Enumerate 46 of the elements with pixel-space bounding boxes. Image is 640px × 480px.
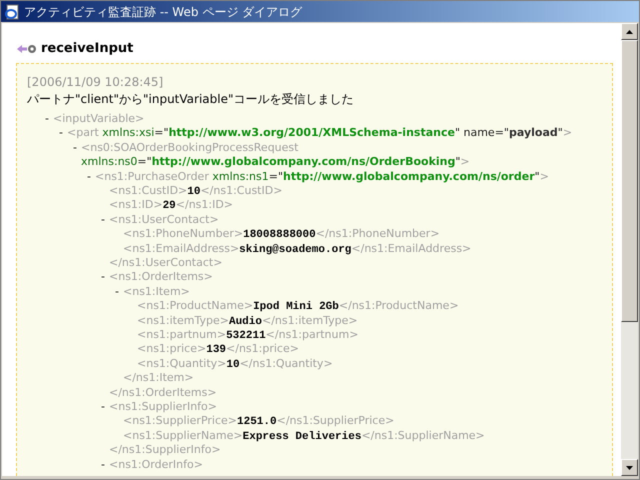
collapse-toggle[interactable]: - xyxy=(73,140,77,154)
xml-line: <ns1:PurchaseOrder xmlns:ns1="http://www.globalcompany.com/ns/order"> xyxy=(95,170,549,184)
xml-line: <ns1:CustID>10</ns1:CustID> xyxy=(109,184,282,198)
xml-line: </ns1:Item> xyxy=(123,371,194,386)
window-title: アクティビティ監査証跡 -- Web ページ ダイアログ xyxy=(24,4,302,20)
xml-line: xmlns:ns0="http://www.globalcompany.com/ns/OrderBooking"> xyxy=(81,155,470,170)
collapse-toggle[interactable]: - xyxy=(101,270,105,284)
xml-line: <ns1:SupplierPrice>1251.0</ns1:SupplierPrice> xyxy=(123,414,394,429)
xml-line: <ns1:PhoneNumber>18008888000</ns1:PhoneNumber> xyxy=(123,227,440,242)
xml-line: </ns1:SupplierInfo> xyxy=(109,443,221,458)
xml-line: <ns1:SupplierInfo> xyxy=(109,400,217,414)
xml-line: <ns1:ID>29</ns1:ID> xyxy=(109,198,234,213)
xml-line: <ns1:ProductName>Ipod Mini 2Gb</ns1:ProductName> xyxy=(137,299,459,314)
collapse-toggle[interactable]: - xyxy=(101,400,105,413)
xml-line: <part xmlns:xsi="http://www.w3.org/2001/XMLSchema-instance" name="payload"> xyxy=(67,126,572,141)
scroll-down-button[interactable] xyxy=(621,459,638,476)
collapse-toggle[interactable]: - xyxy=(101,458,105,471)
xml-line: <ns1:partnum>532211</ns1:partnum> xyxy=(137,328,358,342)
scrollbar[interactable] xyxy=(621,23,638,476)
arrow-gear-icon xyxy=(16,43,38,55)
xml-line: </ns1:UserContact> xyxy=(109,256,222,270)
browser-page-icon xyxy=(4,4,20,20)
collapse-toggle[interactable]: - xyxy=(115,284,119,298)
collapse-toggle[interactable]: - xyxy=(87,170,91,183)
collapse-toggle[interactable]: - xyxy=(101,212,105,226)
up-arrow-icon xyxy=(626,30,633,34)
xml-line: <ns1:price>139</ns1:price> xyxy=(137,342,299,357)
xml-line: <inputVariable> xyxy=(53,112,144,126)
xml-line: <ns1:Quantity>10</ns1:Quantity> xyxy=(137,356,333,372)
collapse-toggle[interactable]: - xyxy=(45,112,49,125)
down-arrow-icon xyxy=(626,466,633,470)
xml-line: <ns1:OrderInfo> xyxy=(109,458,203,472)
scroll-up-button[interactable] xyxy=(621,23,638,40)
xml-line: <ns1:SupplierName>Express Deliveries</ns1:SupplierName> xyxy=(123,428,485,444)
xml-line: <ns1:UserContact> xyxy=(109,212,219,228)
xml-line: <ns0:SOAOrderBookingProcessRequest xyxy=(81,140,300,156)
collapse-toggle[interactable]: - xyxy=(59,126,63,140)
xml-line: <ns1:itemType>Audio</ns1:itemType> xyxy=(137,314,358,328)
xml-line: <ns1:EmailAddress>sking@soademo.org</ns1:EmailAddress> xyxy=(123,242,472,256)
timestamp: [2006/11/09 10:28:45] xyxy=(27,74,164,90)
xml-line: </ns1:OrderItems> xyxy=(109,386,217,400)
xml-line: <ns1:OrderItems> xyxy=(109,270,213,285)
xml-line: <ns1:Item> xyxy=(123,284,190,300)
log-message: パートナ"client"から"inputVariable"コールを受信しました xyxy=(27,91,354,108)
step-heading: receiveInput xyxy=(41,40,134,58)
scroll-thumb[interactable] xyxy=(621,40,638,322)
